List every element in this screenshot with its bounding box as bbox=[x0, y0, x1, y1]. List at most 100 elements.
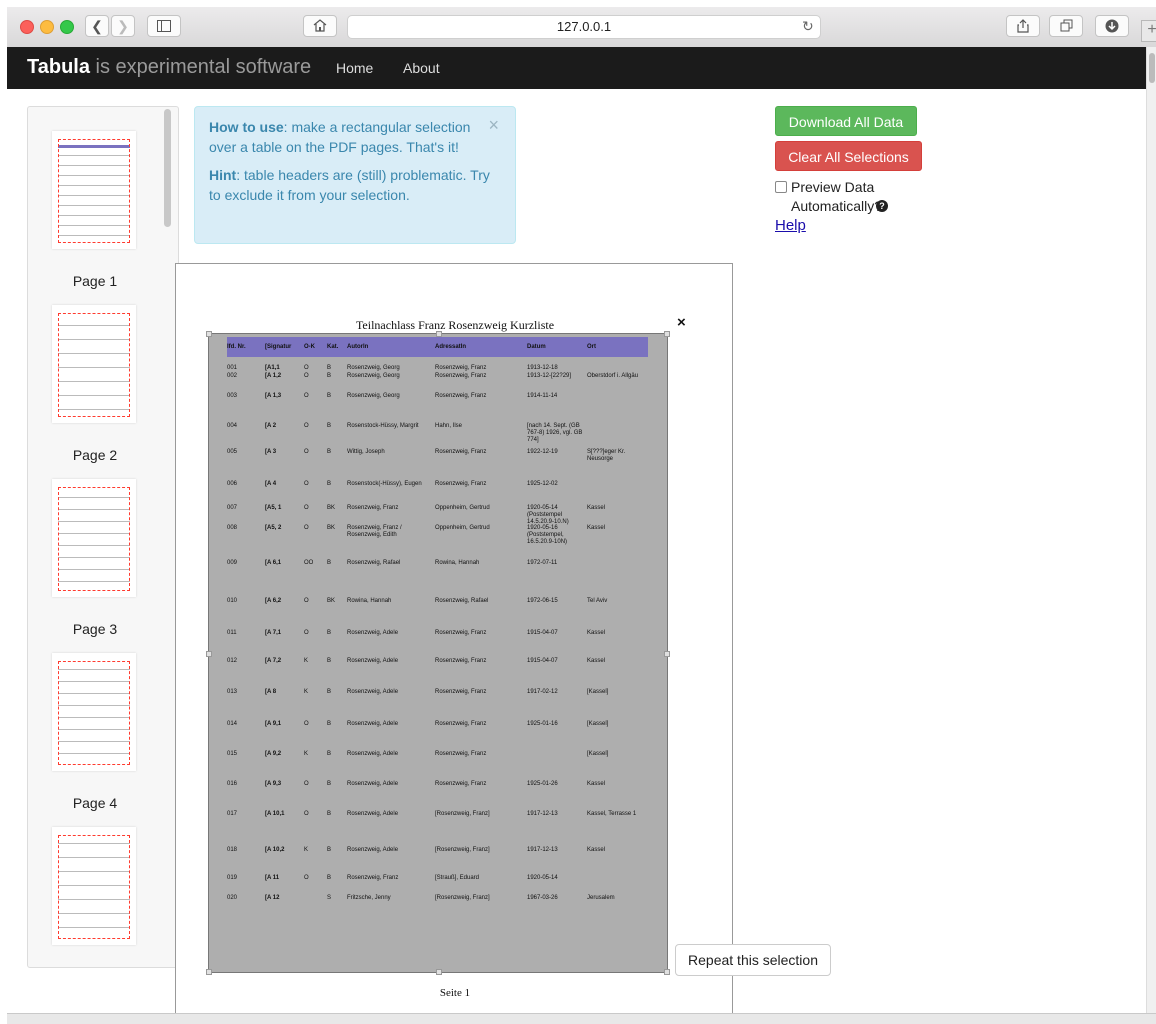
pdf-table-cell: Oppenheim, Gertrud bbox=[435, 525, 490, 531]
brand[interactable]: Tabula is experimental software bbox=[27, 56, 311, 79]
zoom-window-button[interactable] bbox=[60, 20, 74, 34]
page-thumbnail-sidebar: Page 1 Page 2 Page 3 Page 4 bbox=[27, 106, 179, 968]
pdf-table-cell: O bbox=[304, 373, 309, 379]
pdf-table-cell: Rosenzweig, Franz / Rosenzweig, Edith bbox=[347, 525, 402, 538]
pdf-table-cell: [A 2 bbox=[265, 423, 277, 429]
reload-icon[interactable]: ↻ bbox=[802, 18, 814, 35]
page-thumbnail-2[interactable] bbox=[52, 305, 136, 423]
pdf-table-cell: B bbox=[327, 630, 332, 636]
question-icon[interactable]: ? bbox=[876, 200, 888, 212]
sidebar-scrollbar[interactable] bbox=[164, 109, 171, 227]
pdf-table-cell: O bbox=[304, 598, 309, 604]
pdf-table-cell: Oberstdorf i. Allgäu bbox=[587, 373, 639, 379]
brand-tagline: is experimental software bbox=[89, 56, 312, 78]
pdf-table-cell: Kassel bbox=[587, 630, 606, 636]
pdf-table-cell: [A 11 bbox=[265, 875, 280, 881]
close-alert-icon[interactable]: × bbox=[488, 115, 499, 135]
download-all-data-button[interactable]: Download All Data bbox=[775, 106, 917, 136]
pdf-table-cell: Rosenzweig, Franz bbox=[435, 781, 487, 787]
pdf-table-cell: 004 bbox=[227, 423, 238, 429]
pdf-table-cell: B bbox=[327, 560, 332, 566]
pdf-column-header: Ort bbox=[587, 344, 596, 350]
pdf-column-header: AdressatIn bbox=[435, 344, 467, 350]
pdf-table-cell: B bbox=[327, 689, 332, 695]
home-icon[interactable] bbox=[303, 15, 337, 37]
pdf-table-cell: 1925-01-16 bbox=[527, 721, 558, 727]
back-icon[interactable]: ❮ bbox=[85, 15, 109, 37]
page-thumbnail-4[interactable] bbox=[52, 653, 136, 771]
pdf-table-cell: Kassel bbox=[587, 847, 606, 853]
resize-handle[interactable] bbox=[436, 969, 442, 975]
pdf-table-cell: Rosenstock-Hüssy, Margrit bbox=[347, 423, 419, 429]
share-icon[interactable] bbox=[1006, 15, 1040, 37]
pdf-column-header: Kat. bbox=[327, 344, 339, 350]
address-bar[interactable]: 127.0.0.1 bbox=[347, 15, 821, 39]
remove-selection-icon[interactable]: × bbox=[677, 314, 686, 331]
preview-data-option: Preview Data Automatically?? bbox=[775, 178, 891, 216]
pdf-table-cell: Rosenzweig, Adele bbox=[347, 781, 399, 787]
clear-all-selections-button[interactable]: Clear All Selections bbox=[775, 141, 922, 171]
pdf-table-cell: O bbox=[304, 525, 309, 531]
pdf-table-cell: O bbox=[304, 875, 309, 881]
pdf-table-cell: 014 bbox=[227, 721, 238, 727]
thumbnail-selection bbox=[58, 313, 130, 417]
pdf-table-cell: Rosenzweig, Franz bbox=[435, 689, 487, 695]
minimize-window-button[interactable] bbox=[40, 20, 54, 34]
pdf-table-cell: 015 bbox=[227, 751, 238, 757]
page-thumbnail-1[interactable] bbox=[52, 131, 136, 249]
how-label: How to use bbox=[209, 119, 284, 135]
pdf-table-cell: Rosenzweig, Rafael bbox=[347, 560, 401, 566]
pdf-table-cell: Tel Aviv bbox=[587, 598, 608, 604]
page-thumbnail-5[interactable] bbox=[52, 827, 136, 945]
pdf-table-cell: BK bbox=[327, 525, 336, 531]
resize-handle[interactable] bbox=[206, 331, 212, 337]
pdf-table-cell: Oppenheim, Gertrud bbox=[435, 505, 490, 511]
pdf-table-cell: 1913-12-18 bbox=[527, 365, 558, 371]
pdf-table-cell: [Strauß], Eduard bbox=[435, 875, 480, 881]
sidebar-icon[interactable] bbox=[147, 15, 181, 37]
repeat-selection-button[interactable]: Repeat this selection bbox=[675, 944, 831, 976]
page-label-1: Page 1 bbox=[72, 273, 118, 289]
page-scrollbar[interactable] bbox=[1146, 47, 1156, 1013]
resize-handle[interactable] bbox=[664, 651, 670, 657]
pdf-table-cell: 1920-05-14 (Poststempel 14.5.20.9-10.N) bbox=[527, 505, 569, 525]
pdf-table-cell: Kassel, Terrasse 1 bbox=[587, 811, 637, 817]
forward-icon[interactable]: ❯ bbox=[111, 15, 135, 37]
pdf-table-cell: Rosenzweig, Adele bbox=[347, 811, 399, 817]
pdf-table-cell: Rosenzweig, Adele bbox=[347, 847, 399, 853]
new-tab-icon[interactable]: + bbox=[1141, 20, 1156, 42]
pdf-table-cell: B bbox=[327, 721, 332, 727]
nav-about-link[interactable]: About bbox=[403, 60, 440, 76]
pdf-table-cell: 1914-11-14 bbox=[527, 393, 558, 399]
pdf-column-header: AutorIn bbox=[347, 344, 369, 350]
pdf-table-cell: O bbox=[304, 365, 309, 371]
brand-name: Tabula bbox=[27, 56, 90, 78]
pdf-table-cell: [A 9,2 bbox=[265, 751, 282, 757]
pdf-table-cell: Kassel bbox=[587, 525, 606, 531]
pdf-table-cell: Fritzsche, Jenny bbox=[347, 895, 391, 901]
pdf-table-cell: 013 bbox=[227, 689, 238, 695]
pdf-table-cell: 012 bbox=[227, 658, 238, 664]
tabs-icon[interactable] bbox=[1049, 15, 1083, 37]
pdf-table-cell: Rosenzweig, Georg bbox=[347, 365, 400, 371]
pdf-table-cell: Rosenzweig, Georg bbox=[347, 373, 400, 379]
resize-handle[interactable] bbox=[206, 651, 212, 657]
download-icon[interactable] bbox=[1095, 15, 1129, 37]
pdf-table-cell: Rosenzweig, Franz bbox=[435, 393, 487, 399]
resize-handle[interactable] bbox=[664, 969, 670, 975]
scrollbar-thumb[interactable] bbox=[1149, 53, 1155, 83]
page-thumbnail-3[interactable] bbox=[52, 479, 136, 597]
pdf-table-cell: Rowina, Hannah bbox=[435, 560, 480, 566]
nav-home-link[interactable]: Home bbox=[336, 60, 373, 76]
resize-handle[interactable] bbox=[664, 331, 670, 337]
pdf-table-cell: Rosenstock(-Hüssy), Eugen bbox=[347, 481, 422, 487]
pdf-table-cell: 018 bbox=[227, 847, 238, 853]
pdf-table-cell: [A 10,2 bbox=[265, 847, 285, 853]
help-link[interactable]: Help bbox=[775, 217, 806, 234]
pdf-table-cell: 016 bbox=[227, 781, 238, 787]
preview-data-checkbox[interactable] bbox=[775, 181, 787, 193]
pdf-table-cell: Rosenzweig, Franz bbox=[435, 449, 487, 455]
resize-handle[interactable] bbox=[206, 969, 212, 975]
close-window-button[interactable] bbox=[20, 20, 34, 34]
pdf-table-cell: [A 9,3 bbox=[265, 781, 282, 787]
